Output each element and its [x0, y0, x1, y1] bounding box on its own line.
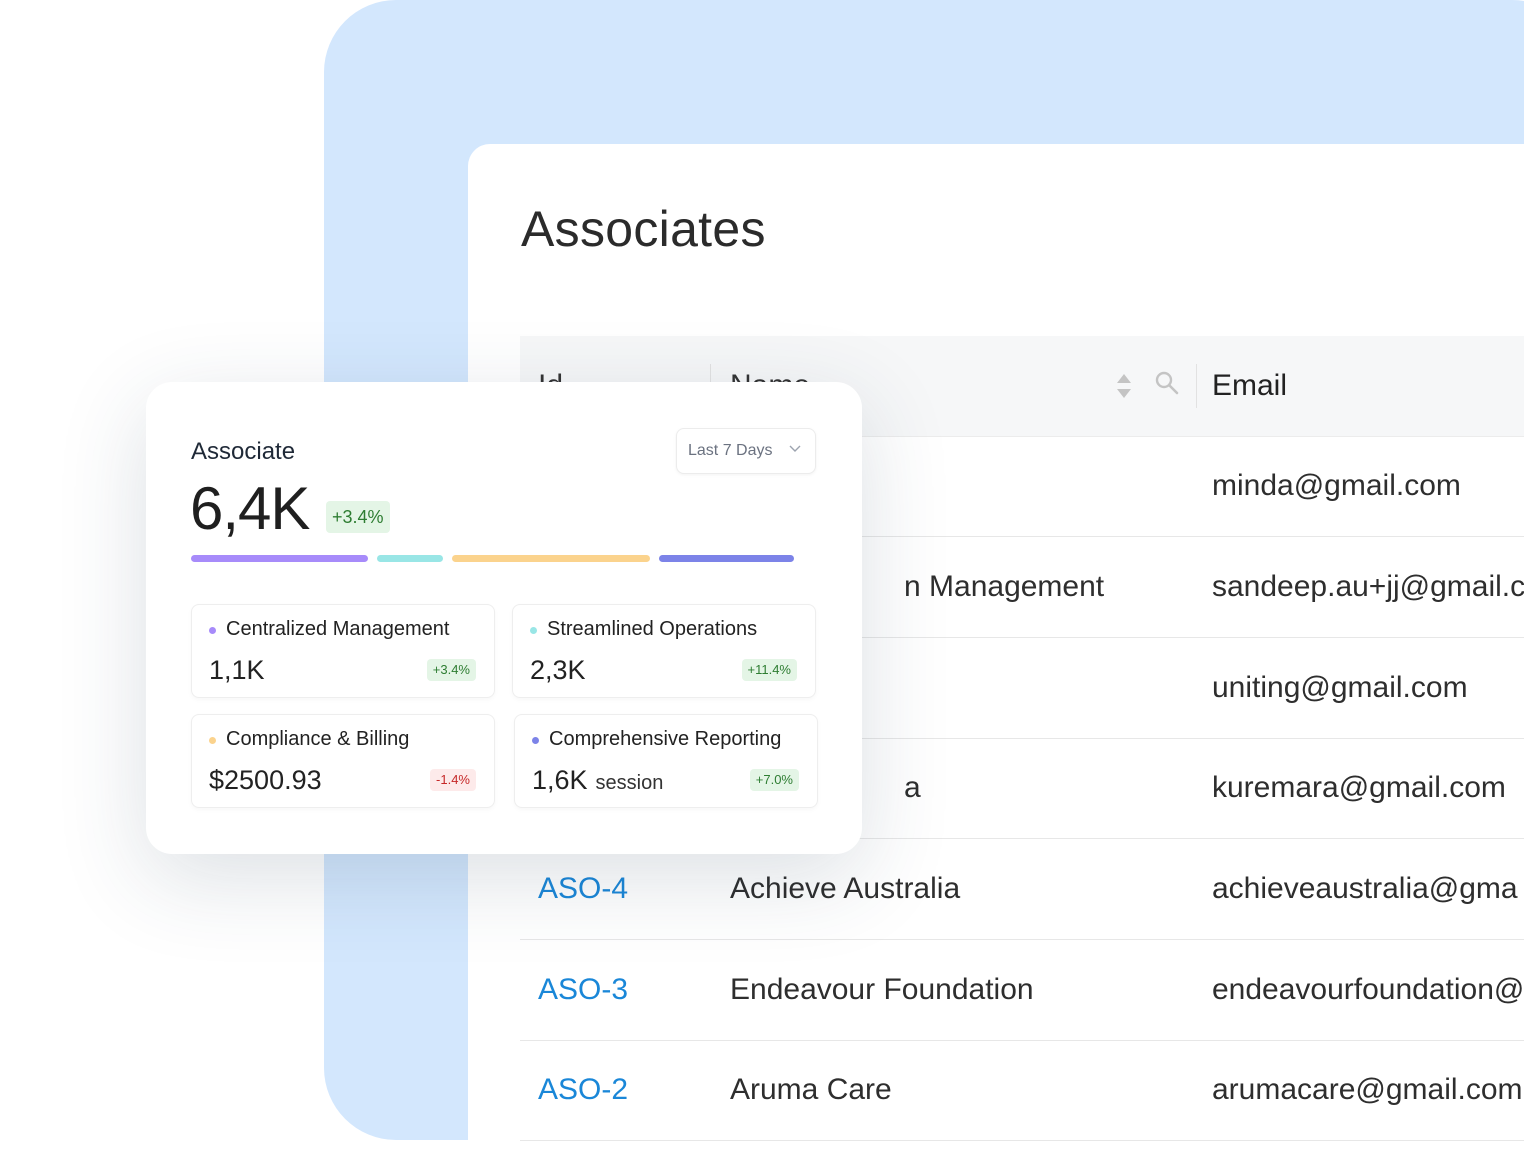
stat-value: 2,3K: [530, 655, 586, 685]
row-name: Aruma Care: [730, 1073, 892, 1106]
associate-summary-card: Associate Last 7 Days 6,4K +3.4% Central…: [146, 382, 862, 854]
column-header-email[interactable]: Email: [1212, 336, 1287, 436]
row-email: arumacare@gmail.com: [1212, 1073, 1523, 1106]
stat-value: 1,6K session: [532, 765, 664, 795]
total-associates-value: 6,4K: [190, 475, 310, 542]
row-name: a: [904, 771, 921, 804]
stat-card-centralized-management[interactable]: Centralized Management 1,1K +3.4%: [191, 604, 495, 698]
page-title: Associates: [521, 201, 766, 257]
distribution-segment-streamlined: [377, 555, 443, 562]
search-icon[interactable]: [1154, 370, 1180, 396]
stat-change-badge: +3.4%: [426, 659, 476, 681]
legend-dot: [530, 627, 537, 634]
chevron-down-icon: [789, 445, 801, 452]
stat-value: 1,1K: [209, 655, 265, 685]
stat-unit: session: [595, 772, 664, 794]
distribution-segment-reporting: [659, 555, 794, 562]
stat-change-badge: +11.4%: [741, 659, 797, 681]
stat-card-streamlined-operations[interactable]: Streamlined Operations 2,3K +11.4%: [512, 604, 816, 698]
stat-label: Streamlined Operations: [547, 618, 758, 640]
stat-label: Centralized Management: [226, 618, 450, 640]
card-title: Associate: [191, 438, 296, 465]
stat-label: Compliance & Billing: [226, 728, 410, 750]
date-range-label: Last 7 Days: [688, 442, 773, 459]
distribution-segment-compliance: [452, 555, 650, 562]
stat-label: Comprehensive Reporting: [549, 728, 782, 750]
column-divider: [1196, 364, 1197, 408]
sort-icon[interactable]: [1114, 371, 1134, 401]
table-row[interactable]: ASO-2 Aruma Care arumacare@gmail.com: [520, 1040, 1524, 1141]
row-email: sandeep.au+jj@gmail.c: [1212, 570, 1524, 603]
row-email: minda@gmail.com: [1212, 469, 1461, 502]
row-name: Endeavour Foundation: [730, 973, 1034, 1006]
distribution-segment-centralized: [191, 555, 368, 562]
row-name: n Management: [904, 570, 1105, 603]
stat-card-comprehensive-reporting[interactable]: Comprehensive Reporting 1,6K session +7.0…: [514, 714, 818, 808]
row-id-link[interactable]: ASO-3: [538, 940, 628, 1040]
row-email: achieveaustralia@gma: [1212, 872, 1518, 905]
legend-dot: [209, 627, 216, 634]
row-email: kuremara@gmail.com: [1212, 771, 1506, 804]
row-id-link[interactable]: ASO-2: [538, 1040, 628, 1140]
total-change-badge: +3.4%: [326, 501, 390, 533]
legend-dot: [209, 737, 216, 744]
stat-value: $2500.93: [209, 765, 322, 795]
legend-dot: [532, 737, 539, 744]
stat-change-badge: -1.4%: [430, 769, 476, 791]
row-email: uniting@gmail.com: [1212, 671, 1468, 704]
date-range-dropdown[interactable]: Last 7 Days: [676, 428, 816, 474]
row-id-link[interactable]: ASO-4: [538, 839, 628, 939]
table-row[interactable]: ASO-3 Endeavour Foundation endeavourfoun…: [520, 940, 1524, 1041]
stat-card-compliance-billing[interactable]: Compliance & Billing $2500.93 -1.4%: [191, 714, 495, 808]
stat-change-badge: +7.0%: [749, 769, 799, 791]
row-name: Achieve Australia: [730, 872, 961, 905]
table-row[interactable]: ASO-4 Achieve Australia achieveaustralia…: [520, 839, 1524, 940]
row-email: endeavourfoundation@: [1212, 973, 1524, 1006]
